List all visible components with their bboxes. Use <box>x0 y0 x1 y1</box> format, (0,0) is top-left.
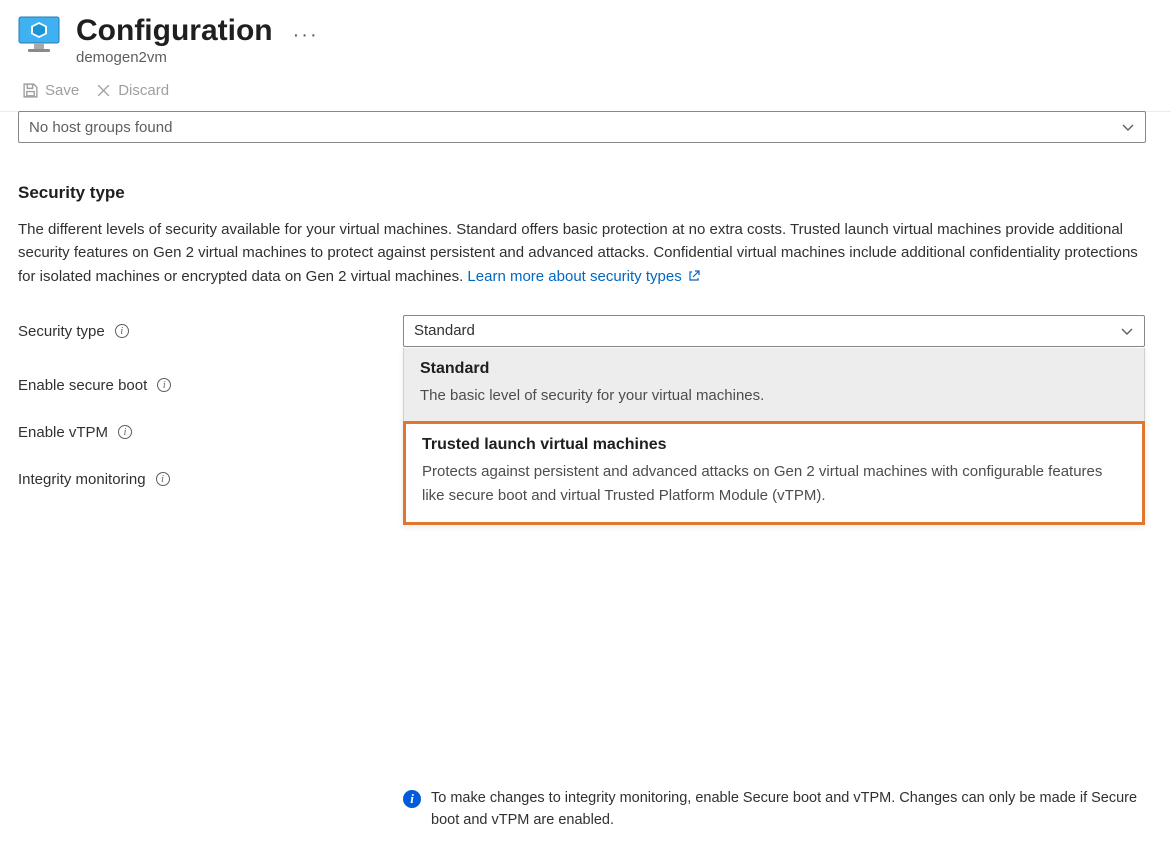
close-icon <box>95 82 112 99</box>
section-heading-security-type: Security type <box>18 183 1153 203</box>
info-icon[interactable]: i <box>156 472 170 486</box>
host-group-select[interactable]: No host groups found <box>18 111 1146 143</box>
external-link-icon <box>688 270 700 282</box>
chevron-down-icon <box>1120 324 1134 338</box>
resource-name: demogen2vm <box>76 49 273 66</box>
more-button[interactable]: ··· <box>293 24 319 47</box>
save-button[interactable]: Save <box>18 80 83 101</box>
learn-more-link[interactable]: Learn more about security types <box>467 268 699 285</box>
page-title: Configuration <box>76 14 273 47</box>
save-icon <box>22 82 39 99</box>
label-integrity-monitoring: Integrity monitoring i <box>18 471 403 488</box>
integrity-info-callout: i To make changes to integrity monitorin… <box>403 788 1145 832</box>
label-vtpm: Enable vTPM i <box>18 424 403 441</box>
dropdown-option-standard[interactable]: Standard The basic level of security for… <box>404 348 1144 422</box>
dropdown-option-trusted-launch[interactable]: Trusted launch virtual machines Protects… <box>403 421 1145 525</box>
label-secure-boot: Enable secure boot i <box>18 377 403 394</box>
vm-icon <box>18 16 60 54</box>
discard-button[interactable]: Discard <box>91 80 173 101</box>
security-type-select[interactable]: Standard <box>403 315 1145 347</box>
security-type-dropdown: Standard The basic level of security for… <box>403 348 1145 525</box>
info-icon[interactable]: i <box>157 378 171 392</box>
chevron-down-icon <box>1121 120 1135 134</box>
info-icon[interactable]: i <box>115 324 129 338</box>
label-security-type: Security type i <box>18 323 403 340</box>
info-solid-icon: i <box>403 790 421 808</box>
section-description: The different levels of security availab… <box>18 218 1138 288</box>
info-icon[interactable]: i <box>118 425 132 439</box>
